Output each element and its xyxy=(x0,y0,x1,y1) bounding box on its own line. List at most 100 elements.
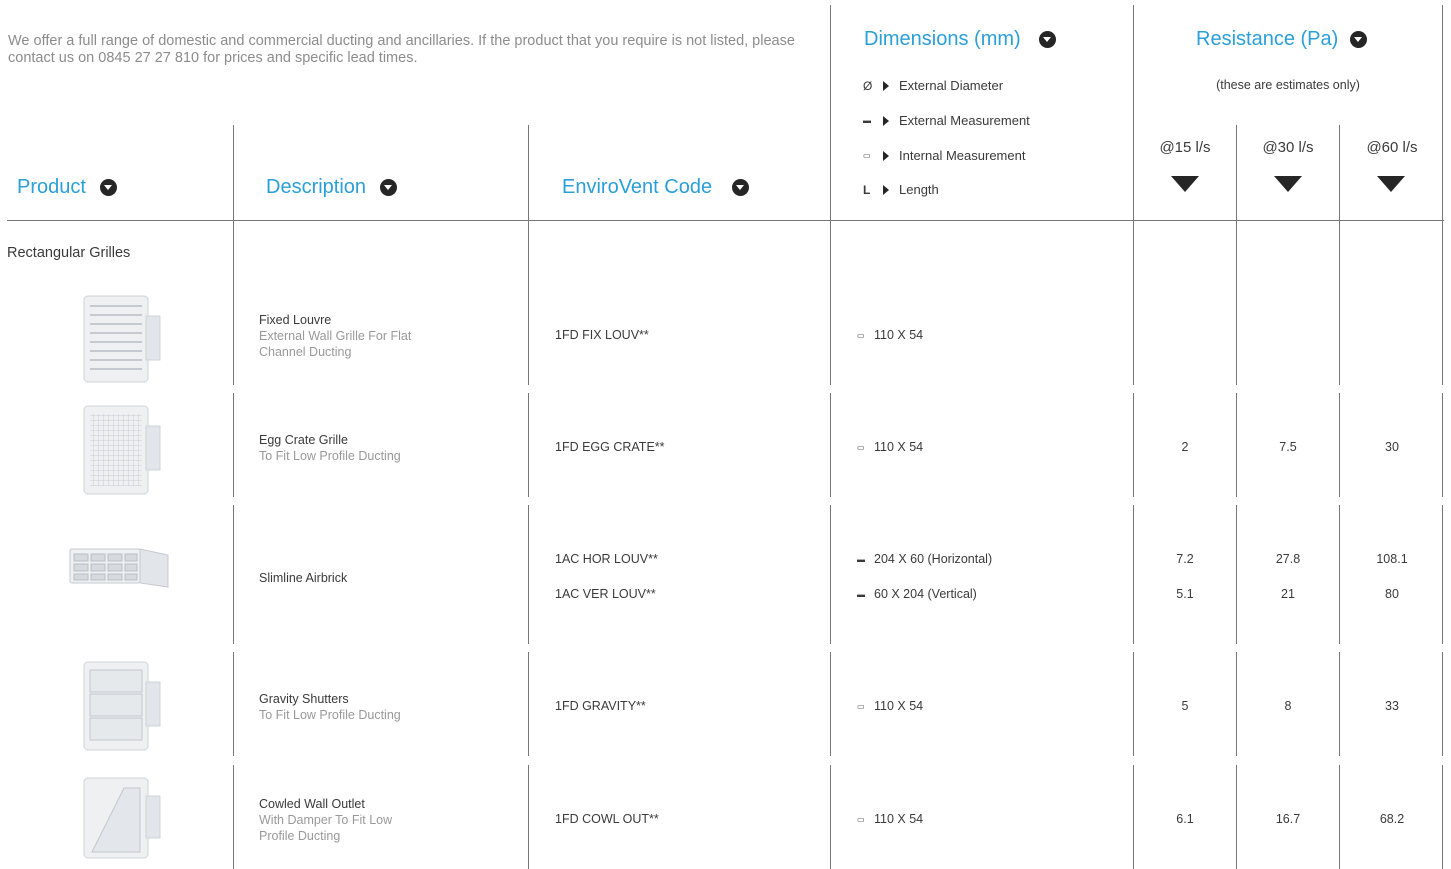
row-divider xyxy=(233,765,234,869)
product-dimension: ▬ 204 X 60 (Horizontal) xyxy=(857,552,993,566)
sort-down-icon[interactable] xyxy=(1171,176,1199,192)
dim-key-external-measurement: ▬ External Measurement xyxy=(863,113,1030,128)
row-divider xyxy=(1133,505,1134,644)
sort-down-icon[interactable] xyxy=(1377,176,1405,192)
header-product[interactable]: Product xyxy=(17,176,117,199)
play-arrow-icon xyxy=(883,80,889,91)
header-dimensions[interactable]: Dimensions (mm) xyxy=(864,28,1056,51)
product-dimension: ▭ 110 X 54 xyxy=(857,699,924,713)
header-resistance-label: Resistance (Pa) xyxy=(1196,28,1339,50)
resistance-value: 80 xyxy=(1385,587,1399,601)
section-title: Rectangular Grilles xyxy=(7,245,131,261)
column-divider xyxy=(1442,5,1443,281)
row-divider xyxy=(233,393,234,497)
header-code-label: EnviroVent Code xyxy=(562,176,713,198)
resistance-value: 5.1 xyxy=(1176,587,1194,601)
rate-15: @15 l/s xyxy=(1159,139,1211,156)
column-divider xyxy=(1236,125,1237,281)
product-description: Egg Crate Grille To Fit Low Profile Duct… xyxy=(259,432,499,464)
gravity-shutters-image xyxy=(83,661,161,751)
row-divider xyxy=(1236,281,1237,385)
internal-measurement-symbol: ▭ xyxy=(863,151,871,160)
column-divider xyxy=(830,5,831,281)
cowled-wall-outlet-image xyxy=(83,777,161,859)
resistance-value: 27.8 xyxy=(1275,552,1301,566)
product-subtitle: With Damper To Fit Low Profile Ducting xyxy=(259,813,393,843)
product-subtitle: To Fit Low Profile Ducting xyxy=(259,449,401,463)
rate-60: @60 l/s xyxy=(1366,139,1418,156)
chevron-down-icon[interactable] xyxy=(1038,31,1056,48)
internal-measurement-icon: ▭ xyxy=(857,701,865,711)
resistance-note: (these are estimates only) xyxy=(1216,78,1360,92)
diameter-symbol: Ø xyxy=(863,78,873,93)
rate-30: @30 l/s xyxy=(1262,139,1314,156)
row-divider xyxy=(1133,281,1134,385)
row-divider xyxy=(528,505,529,644)
resistance-value: 5 xyxy=(1181,699,1189,713)
resistance-value: 8 xyxy=(1284,699,1292,713)
external-measurement-icon: ▬ xyxy=(857,554,865,564)
product-code[interactable]: 1FD COWL OUT** xyxy=(555,812,659,826)
dim-key-label: Internal Measurement xyxy=(899,148,1026,163)
chevron-down-icon[interactable] xyxy=(732,179,750,196)
resistance-value: 21 xyxy=(1281,587,1295,601)
column-divider xyxy=(1133,5,1134,281)
internal-measurement-icon: ▭ xyxy=(857,330,865,340)
product-dimension: ▭ 110 X 54 xyxy=(857,440,924,454)
row-divider xyxy=(830,652,831,756)
product-dimension: ▬ 60 X 204 (Vertical) xyxy=(857,587,977,601)
row-divider xyxy=(830,765,831,869)
dim-key-external-diameter: Ø External Diameter xyxy=(863,78,1003,93)
dim-key-label: External Diameter xyxy=(899,78,1004,93)
product-title: Slimline Airbrick xyxy=(259,571,348,585)
product-description: Fixed Louvre External Wall Grille For Fl… xyxy=(259,312,499,360)
resistance-value: 2 xyxy=(1181,440,1189,454)
header-resistance[interactable]: Resistance (Pa) xyxy=(1196,28,1368,51)
intro-text: We offer a full range of domestic and co… xyxy=(8,33,795,66)
resistance-value: 7.2 xyxy=(1176,552,1194,566)
play-arrow-icon xyxy=(883,115,889,126)
product-subtitle: To Fit Low Profile Ducting xyxy=(259,708,401,722)
row-divider xyxy=(233,652,234,756)
dim-key-label: Length xyxy=(899,182,939,197)
product-code[interactable]: 1FD FIX LOUV** xyxy=(555,328,649,342)
resistance-value: 6.1 xyxy=(1176,812,1194,826)
row-divider xyxy=(233,505,234,644)
play-arrow-icon xyxy=(883,150,889,161)
product-subtitle: External Wall Grille For Flat Channel Du… xyxy=(259,329,412,359)
header-description[interactable]: Description xyxy=(266,176,398,199)
dim-key-length: L Length xyxy=(863,182,939,197)
header-description-label: Description xyxy=(266,176,367,198)
chevron-down-icon[interactable] xyxy=(99,179,117,196)
internal-measurement-icon: ▭ xyxy=(857,442,865,452)
egg-crate-grille-image xyxy=(83,405,161,495)
row-divider xyxy=(233,281,234,385)
product-code[interactable]: 1FD EGG CRATE** xyxy=(555,440,665,454)
product-title: Egg Crate Grille xyxy=(259,433,348,447)
external-measurement-symbol: ▬ xyxy=(863,116,871,125)
row-divider xyxy=(830,393,831,497)
chevron-down-icon[interactable] xyxy=(380,179,398,196)
header-product-label: Product xyxy=(17,176,86,198)
product-code[interactable]: 1AC HOR LOUV** xyxy=(555,552,658,566)
product-title: Cowled Wall Outlet xyxy=(259,797,365,811)
product-description: Cowled Wall Outlet With Damper To Fit Lo… xyxy=(259,796,499,844)
product-code[interactable]: 1AC VER LOUV** xyxy=(555,587,656,601)
product-description: Gravity Shutters To Fit Low Profile Duct… xyxy=(259,691,499,723)
resistance-value: 33 xyxy=(1385,699,1399,713)
header-divider xyxy=(7,220,1444,221)
row-divider xyxy=(1442,281,1443,385)
column-divider xyxy=(1339,125,1340,281)
dim-key-label: External Measurement xyxy=(899,113,1030,128)
header-code[interactable]: EnviroVent Code xyxy=(562,176,750,199)
product-dimension: ▭ 110 X 54 xyxy=(857,812,924,826)
play-arrow-icon xyxy=(883,184,889,195)
chevron-down-icon[interactable] xyxy=(1350,31,1368,48)
product-title: Fixed Louvre xyxy=(259,313,332,327)
row-divider xyxy=(830,281,831,385)
sort-down-icon[interactable] xyxy=(1274,176,1302,192)
row-divider xyxy=(1236,505,1237,644)
column-divider xyxy=(233,125,234,281)
fixed-louvre-image xyxy=(83,295,161,383)
product-code[interactable]: 1FD GRAVITY** xyxy=(555,699,646,713)
